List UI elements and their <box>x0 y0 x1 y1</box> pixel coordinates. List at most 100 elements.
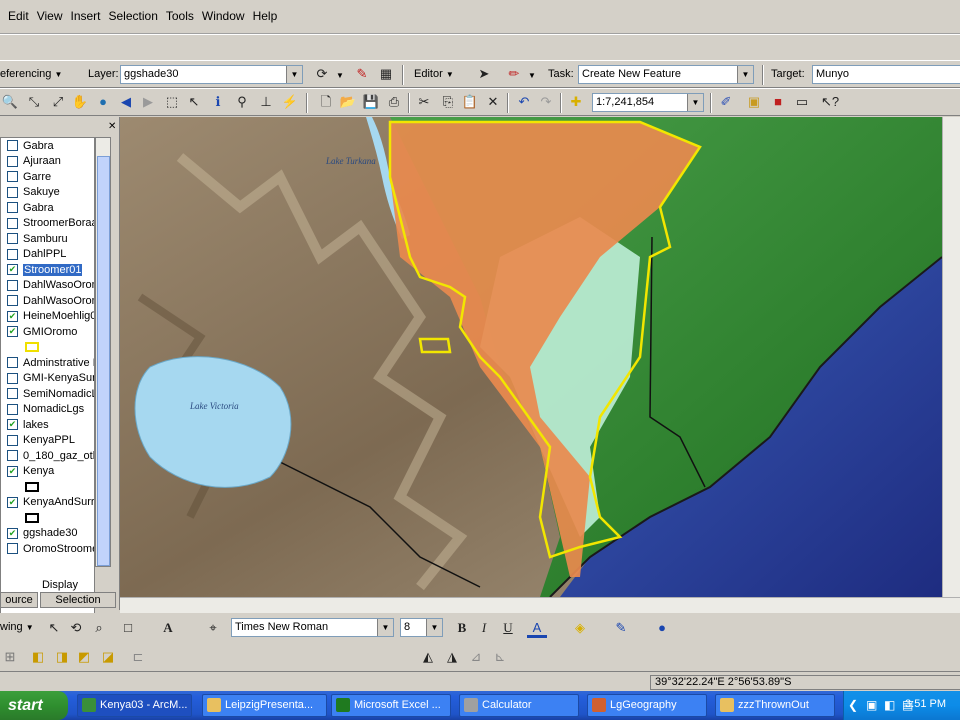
select-features-icon[interactable]: ⬚ <box>162 92 182 112</box>
taskbar-item-excel[interactable]: Microsoft Excel ... <box>331 694 451 717</box>
layer-checkbox[interactable] <box>7 403 18 415</box>
layer-checkbox[interactable] <box>7 155 18 167</box>
ungroup-icon[interactable]: ◨ <box>52 647 72 667</box>
menu-view[interactable]: View <box>33 9 67 23</box>
menu-window[interactable]: Window <box>198 9 249 23</box>
layer-item[interactable]: DahlWasoOrom <box>1 293 94 309</box>
align-left-icon[interactable]: ⊏ <box>128 647 148 667</box>
line-color-icon[interactable]: ✎ <box>611 618 631 638</box>
arccatalog-icon[interactable]: ▣ <box>744 92 764 112</box>
layer-checkbox-checked[interactable]: ✔ <box>7 310 18 322</box>
copy-icon[interactable]: ⎘ <box>438 92 458 112</box>
group-icon[interactable]: ◧ <box>28 647 48 667</box>
rotate-left-icon[interactable]: ◭ <box>418 647 438 667</box>
marker-color-icon[interactable]: ● <box>652 618 672 638</box>
hyperlink-icon[interactable]: ⚡ <box>280 92 300 112</box>
volume-icon[interactable]: ◧ <box>884 698 895 712</box>
sketch-tool-icon[interactable]: ✎ <box>352 64 372 84</box>
delete-icon[interactable]: ✕ <box>483 92 503 112</box>
layer-select[interactable]: ggshade30 ▼ <box>120 65 303 84</box>
map-horizontal-scrollbar[interactable] <box>120 597 960 613</box>
layer-checkbox[interactable] <box>7 186 18 198</box>
command-line-icon[interactable]: ▭ <box>792 92 812 112</box>
whats-this-help-icon[interactable]: ↖? <box>820 92 840 112</box>
layer-checkbox-checked[interactable]: ✔ <box>7 326 18 338</box>
attribute-table-icon[interactable]: ▦ <box>376 64 396 84</box>
pencil-icon[interactable]: ✏ <box>504 64 524 84</box>
layer-item[interactable]: Sakuye <box>1 185 94 201</box>
layer-item[interactable]: Ajuraan <box>1 154 94 170</box>
menu-help[interactable]: Help <box>249 9 282 23</box>
add-data-icon[interactable]: ✚ <box>566 92 586 112</box>
paste-icon[interactable]: 📋 <box>460 92 480 112</box>
task-select[interactable]: Create New Feature ▼ <box>578 65 754 84</box>
layer-checkbox[interactable] <box>7 372 18 384</box>
back-arrow-icon[interactable]: ◀ <box>116 92 136 112</box>
undo-icon[interactable]: ↶ <box>514 92 534 112</box>
full-extent-globe-icon[interactable]: ● <box>93 92 113 112</box>
taskbar-item-arcmap[interactable]: Kenya03 - ArcM... <box>77 694 192 717</box>
layer-checkbox[interactable] <box>7 357 18 369</box>
font-family-select[interactable]: Times New Roman ▼ <box>231 618 394 637</box>
layer-item[interactable]: ✔ HeineMoehlig01 <box>1 309 94 325</box>
layer-checkbox[interactable] <box>7 543 18 555</box>
layer-item[interactable]: ✔ KenyaAndSurro <box>1 495 94 511</box>
network-icon[interactable]: ▣ <box>866 698 877 712</box>
zoom-to-selected-icon[interactable]: ⌕ <box>89 618 109 638</box>
send-back-icon[interactable]: ◪ <box>98 647 118 667</box>
layer-checkbox[interactable] <box>7 434 18 446</box>
select-elements-icon[interactable]: ↖ <box>184 92 204 112</box>
target-select[interactable]: Munyo <box>812 65 960 84</box>
layer-item[interactable]: NomadicLgs <box>1 402 94 418</box>
find-binoculars-icon[interactable]: ⚲ <box>232 92 252 112</box>
underline-button[interactable]: U <box>498 618 518 638</box>
edit-vertices-icon[interactable]: ⌖ <box>203 618 223 638</box>
layer-checkbox[interactable] <box>7 217 18 229</box>
layer-checkbox[interactable] <box>7 279 18 291</box>
menu-selection[interactable]: Selection <box>105 9 162 23</box>
arctoolbox-icon[interactable]: ■ <box>768 92 788 112</box>
map-scale-select[interactable]: 1:7,241,854 ▼ <box>592 93 704 112</box>
tab-selection[interactable]: Selection <box>40 592 116 608</box>
editor-menu[interactable]: Editor ▼ <box>414 68 454 80</box>
save-icon[interactable]: 💾 <box>361 92 381 112</box>
layer-item[interactable]: GMI-KenyaSurr <box>1 371 94 387</box>
identify-icon[interactable]: ℹ <box>208 92 228 112</box>
georeferencing-menu[interactable]: eferencing ▼ <box>0 68 62 80</box>
taskbar-item-lggeography[interactable]: LgGeography <box>587 694 707 717</box>
flip-icon[interactable]: ⊿ <box>466 647 486 667</box>
chevron-down-icon[interactable]: ▼ <box>528 71 536 80</box>
layer-item[interactable]: 0_180_gaz_oth <box>1 448 94 464</box>
chevron-down-icon[interactable]: ▼ <box>336 71 344 80</box>
layer-item[interactable]: Gabra <box>1 138 94 154</box>
map-vertical-scrollbar[interactable] <box>942 117 960 597</box>
layer-item[interactable]: StroomerBoraa <box>1 216 94 232</box>
start-button[interactable]: start <box>0 691 68 720</box>
new-document-icon[interactable]: 🗋 <box>316 92 336 112</box>
fill-color-icon[interactable]: ◈ <box>570 618 590 638</box>
layer-checkbox[interactable] <box>7 140 18 152</box>
snap-icon[interactable]: ⊞ <box>0 647 20 667</box>
rotate-icon[interactable]: ⟳ <box>312 64 332 84</box>
close-icon[interactable]: ✕ <box>108 121 116 132</box>
scrollbar-thumb[interactable] <box>97 156 110 566</box>
layer-checkbox-checked[interactable]: ✔ <box>7 465 18 477</box>
layer-item[interactable]: ✔ Kenya <box>1 464 94 480</box>
layer-item[interactable]: OromoStroome <box>1 541 94 557</box>
symbol-swatch[interactable] <box>25 481 39 492</box>
print-icon[interactable]: ⎙ <box>384 92 404 112</box>
layer-checkbox-checked[interactable]: ✔ <box>7 419 18 431</box>
text-tool-icon[interactable]: A <box>158 618 178 638</box>
rectangle-icon[interactable]: □ <box>118 618 138 638</box>
select-elements-icon[interactable]: ↖ <box>44 618 64 638</box>
redo-icon[interactable]: ↷ <box>536 92 556 112</box>
layer-item[interactable]: ✔ GMIOromo <box>1 324 94 340</box>
layer-item[interactable]: Samburu <box>1 231 94 247</box>
layer-item[interactable]: ✔ ggshade30 <box>1 526 94 542</box>
pan-hand-icon[interactable]: ✋ <box>70 92 90 112</box>
layer-item[interactable]: Garre <box>1 169 94 185</box>
layer-checkbox-checked[interactable]: ✔ <box>7 496 18 508</box>
layer-item[interactable]: KenyaPPL <box>1 433 94 449</box>
menu-tools[interactable]: Tools <box>162 9 198 23</box>
layer-checkbox-checked[interactable]: ✔ <box>7 527 18 539</box>
